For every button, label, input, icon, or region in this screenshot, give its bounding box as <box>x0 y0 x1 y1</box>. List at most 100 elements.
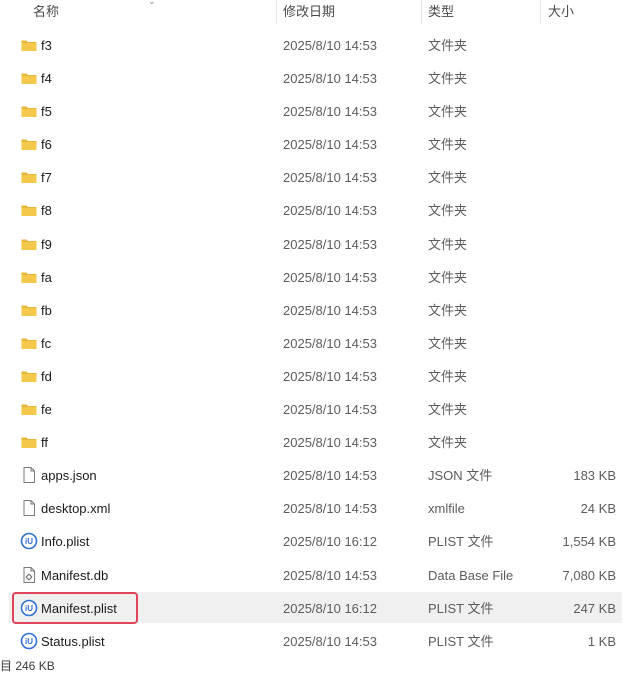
folder-icon <box>20 334 38 352</box>
column-divider[interactable] <box>421 0 422 24</box>
table-row[interactable]: ff 2025/8/10 14:53 文件夹 <box>0 426 640 459</box>
column-divider[interactable] <box>540 0 541 24</box>
file-name[interactable]: fb <box>41 302 52 319</box>
file-type: 文件夹 <box>428 104 468 120</box>
table-row[interactable]: iU Status.plist 2025/8/10 14:53 PLIST 文件 1 K… <box>0 625 640 658</box>
folder-icon <box>20 268 38 286</box>
file-name[interactable]: Manifest.db <box>41 567 108 584</box>
file-size: 7,080 KB <box>562 567 617 583</box>
file-type: 文件夹 <box>428 170 468 186</box>
file-name[interactable]: f5 <box>41 103 52 120</box>
table-row[interactable]: Manifest.db 2025/8/10 14:53 Data Base File… <box>0 559 640 592</box>
file-type: PLIST 文件 <box>428 534 494 550</box>
table-row[interactable]: fb 2025/8/10 14:53 文件夹 <box>0 294 640 327</box>
file-type: JSON 文件 <box>428 468 493 484</box>
table-row[interactable]: fa 2025/8/10 14:53 文件夹 <box>0 261 640 294</box>
file-modified-date: 2025/8/10 14:53 <box>283 335 377 351</box>
table-row[interactable]: f7 2025/8/10 14:53 文件夹 <box>0 161 640 194</box>
file-name[interactable]: fc <box>41 335 51 352</box>
file-type: xmlfile <box>428 501 465 517</box>
file-modified-date: 2025/8/10 16:12 <box>283 600 377 616</box>
file-name[interactable]: Status.plist <box>41 633 105 650</box>
file-type: 文件夹 <box>428 335 468 351</box>
column-header-name[interactable]: 名称 <box>33 3 59 21</box>
table-row-selected[interactable]: iU Manifest.plist 2025/8/10 16:12 PLIST 文件 2… <box>0 591 640 625</box>
column-header-size[interactable]: 大小 <box>548 3 574 21</box>
file-modified-date: 2025/8/10 14:53 <box>283 567 377 583</box>
table-row[interactable]: f8 2025/8/10 14:53 文件夹 <box>0 194 640 227</box>
column-header-type[interactable]: 类型 <box>428 3 454 21</box>
file-type: 文件夹 <box>428 38 468 53</box>
column-divider[interactable] <box>276 0 277 24</box>
file-name[interactable]: f8 <box>41 202 52 219</box>
file-type: PLIST 文件 <box>428 633 494 649</box>
file-modified-date: 2025/8/10 14:53 <box>283 71 377 87</box>
file-name[interactable]: Manifest.plist <box>41 600 117 617</box>
table-row[interactable]: apps.json 2025/8/10 14:53 JSON 文件 183 KB <box>0 459 640 492</box>
file-modified-date: 2025/8/10 14:53 <box>283 137 377 153</box>
file-modified-date: 2025/8/10 14:53 <box>283 269 377 285</box>
table-row[interactable]: f6 2025/8/10 14:53 文件夹 <box>0 128 640 161</box>
table-row[interactable]: f5 2025/8/10 14:53 文件夹 <box>0 95 640 128</box>
table-row[interactable]: desktop.xml 2025/8/10 14:53 xmlfile 24 KB <box>0 492 640 525</box>
document-icon <box>20 499 38 517</box>
file-name[interactable]: f9 <box>41 236 52 253</box>
file-modified-date: 2025/8/10 14:53 <box>283 402 377 418</box>
table-row[interactable]: f3 2025/8/10 14:53 文件夹 <box>0 29 640 62</box>
table-row[interactable]: fc 2025/8/10 14:53 文件夹 <box>0 327 640 360</box>
table-row[interactable]: fd 2025/8/10 14:53 文件夹 <box>0 360 640 393</box>
file-type: 文件夹 <box>428 402 468 418</box>
column-header-bar: 名称 ⌄ 修改日期 类型 大小 <box>0 0 640 25</box>
file-name[interactable]: apps.json <box>41 467 97 484</box>
file-modified-date: 2025/8/10 14:53 <box>283 368 377 384</box>
file-type: 文件夹 <box>428 137 468 153</box>
file-name[interactable]: f6 <box>41 136 52 153</box>
file-modified-date: 2025/8/10 14:53 <box>283 203 377 219</box>
svg-text:iU: iU <box>25 604 33 613</box>
svg-text:iU: iU <box>25 637 33 646</box>
file-name[interactable]: desktop.xml <box>41 500 110 517</box>
file-modified-date: 2025/8/10 14:53 <box>283 501 377 517</box>
file-size: 1 KB <box>587 633 616 649</box>
svg-text:iU: iU <box>25 538 33 547</box>
file-type: PLIST 文件 <box>428 600 494 616</box>
table-row[interactable]: f9 2025/8/10 14:53 文件夹 <box>0 228 640 261</box>
folder-icon <box>20 102 38 120</box>
file-name[interactable]: ff <box>41 434 48 451</box>
file-type: 文件夹 <box>428 71 468 87</box>
file-name[interactable]: f3 <box>41 37 52 54</box>
plist-editor-icon: iU <box>20 632 38 650</box>
file-name[interactable]: Info.plist <box>41 533 89 550</box>
file-name[interactable]: fd <box>41 368 52 385</box>
file-name[interactable]: fa <box>41 269 52 286</box>
folder-icon <box>20 36 38 54</box>
file-name[interactable]: fe <box>41 401 52 418</box>
sort-indicator-icon: ⌄ <box>148 0 156 6</box>
file-size: 24 KB <box>580 501 616 517</box>
file-type: 文件夹 <box>428 269 468 285</box>
folder-icon <box>20 235 38 253</box>
file-modified-date: 2025/8/10 14:53 <box>283 435 377 451</box>
folder-icon <box>20 69 38 87</box>
folder-icon <box>20 201 38 219</box>
file-type: 文件夹 <box>428 368 468 384</box>
table-row[interactable]: fe 2025/8/10 14:53 文件夹 <box>0 393 640 426</box>
document-icon <box>20 466 38 484</box>
folder-icon <box>20 135 38 153</box>
table-row[interactable]: f4 2025/8/10 14:53 文件夹 <box>0 62 640 95</box>
column-header-modified[interactable]: 修改日期 <box>283 3 335 21</box>
plist-editor-icon: iU <box>20 532 38 550</box>
database-file-icon <box>20 566 38 584</box>
file-list: f3 2025/8/10 14:53 文件夹 f4 2025/8/10 14:53 文件夹… <box>0 29 640 658</box>
file-name[interactable]: f7 <box>41 169 52 186</box>
file-modified-date: 2025/8/10 16:12 <box>283 534 377 550</box>
file-modified-date: 2025/8/10 14:53 <box>283 468 377 484</box>
file-explorer: 名称 ⌄ 修改日期 类型 大小 f3 2025/8/10 14:53 文件夹 f4 20… <box>0 0 640 678</box>
file-type: 文件夹 <box>428 203 468 219</box>
table-row[interactable]: iU Info.plist 2025/8/10 16:12 PLIST 文件 1,554… <box>0 525 640 558</box>
file-modified-date: 2025/8/10 14:53 <box>283 633 377 649</box>
file-type: 文件夹 <box>428 236 468 252</box>
file-name[interactable]: f4 <box>41 70 52 87</box>
file-modified-date: 2025/8/10 14:53 <box>283 104 377 120</box>
file-modified-date: 2025/8/10 14:53 <box>283 38 377 53</box>
